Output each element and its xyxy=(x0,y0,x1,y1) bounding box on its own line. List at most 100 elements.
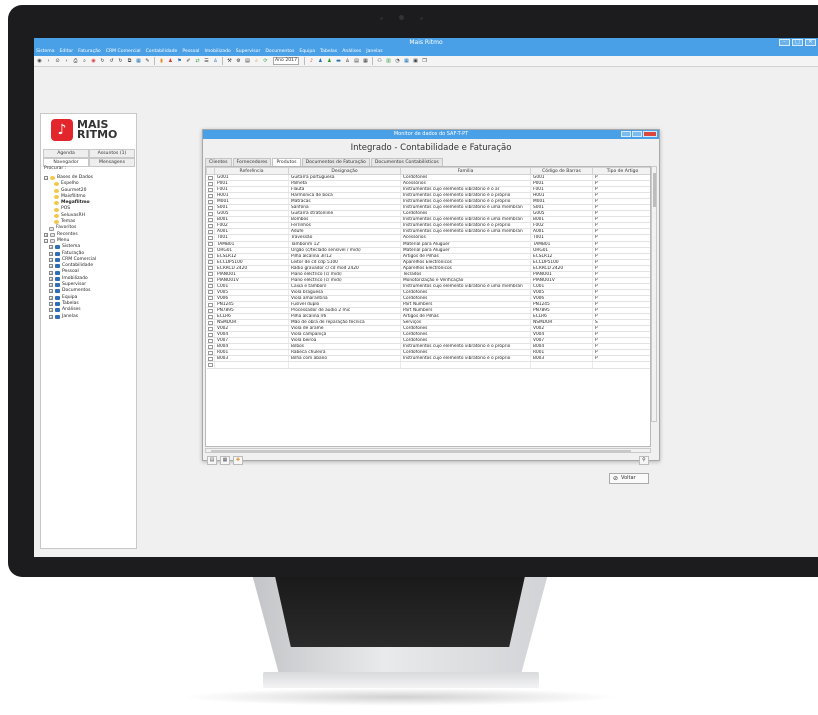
music-icon[interactable]: ♪ xyxy=(308,58,315,65)
tab-mensagens[interactable]: Mensagens xyxy=(89,158,135,167)
products-table: Referência Designação Família Código de Bar… xyxy=(206,167,650,369)
stop-icon[interactable]: ◉ xyxy=(90,58,97,65)
dialog-close-button[interactable] xyxy=(643,131,657,137)
expand-icon[interactable]: + xyxy=(49,251,53,256)
menu-item-4[interactable]: Contabilidade xyxy=(146,48,178,56)
forward-icon[interactable]: › xyxy=(63,58,70,65)
list-icon[interactable]: ☰ xyxy=(203,58,210,65)
dialog-maximize-button[interactable] xyxy=(632,131,642,137)
team-icon[interactable]: ♟ xyxy=(317,58,324,65)
search-icon[interactable]: ⚲ xyxy=(639,456,649,465)
contacts-icon[interactable]: ♟ xyxy=(326,58,333,65)
menu-item-12[interactable]: Janelas xyxy=(366,48,382,56)
record-icon[interactable]: ◉ xyxy=(36,58,43,65)
settings-icon[interactable]: ⚙ xyxy=(235,58,242,65)
expand-icon[interactable]: + xyxy=(49,270,53,275)
menu-item-6[interactable]: Imobilizado xyxy=(204,48,230,56)
menu-item-0[interactable]: Sistema xyxy=(36,48,55,56)
zoom-icon[interactable]: ⌕ xyxy=(81,58,88,65)
export-icon[interactable]: ▤ xyxy=(207,456,217,465)
menu-item-3[interactable]: CRM Comercial xyxy=(106,48,141,56)
document-list-icon[interactable]: ▦ xyxy=(220,456,230,465)
undo-icon[interactable]: ↺ xyxy=(108,58,115,65)
window-icon[interactable]: ▣ xyxy=(412,58,419,65)
reload-icon[interactable]: ⟳ xyxy=(262,58,269,65)
voltar-button[interactable]: ⊘ Voltar xyxy=(609,473,649,484)
expand-icon[interactable]: + xyxy=(49,314,53,319)
menu-item-2[interactable]: Faturação xyxy=(78,48,101,56)
new-item-icon[interactable]: ✚ xyxy=(233,456,243,465)
scroll-thumb[interactable] xyxy=(211,450,631,452)
tree-item[interactable]: + Janelas xyxy=(44,314,134,320)
print-icon[interactable]: ⎙ xyxy=(72,58,79,65)
folder-icon[interactable]: ▬ xyxy=(335,58,342,65)
menu-item-7[interactable]: Supervisor xyxy=(236,48,261,56)
bar-chart-icon[interactable]: ▥ xyxy=(385,58,392,65)
copy-icon[interactable]: ⧉ xyxy=(126,58,133,65)
menu-item-10[interactable]: Tabelas xyxy=(320,48,337,56)
back-icon[interactable]: ‹ xyxy=(45,58,52,65)
calendar-icon[interactable]: ▦ xyxy=(135,58,142,65)
row-selector[interactable] xyxy=(206,361,215,369)
menu-item-8[interactable]: Documentos xyxy=(265,48,294,56)
database-icon xyxy=(54,201,59,206)
search-small-icon[interactable]: ⌕ xyxy=(253,58,260,65)
expand-icon[interactable]: + xyxy=(49,283,53,288)
year-selector[interactable]: Ano 2017 xyxy=(273,57,300,65)
column-header[interactable] xyxy=(206,167,215,175)
expand-icon[interactable]: + xyxy=(49,289,53,294)
pencil-icon[interactable]: ✐ xyxy=(185,58,192,65)
cascade-icon[interactable]: ❐ xyxy=(421,58,428,65)
expand-icon[interactable]: + xyxy=(49,302,53,307)
document-icon[interactable]: ▤ xyxy=(244,58,251,65)
flag-icon[interactable]: ⚑ xyxy=(176,58,183,65)
expand-icon[interactable]: + xyxy=(49,276,53,281)
dialog-window-controls xyxy=(621,131,657,137)
close-button[interactable]: ✕ xyxy=(805,39,816,46)
refresh-icon[interactable]: ↻ xyxy=(99,58,106,65)
network-icon[interactable]: ⚇ xyxy=(376,58,383,65)
horizontal-scrollbar[interactable] xyxy=(205,448,651,453)
folder-icon xyxy=(55,270,60,275)
vertical-scrollbar[interactable] xyxy=(651,166,657,422)
collapse-icon[interactable]: − xyxy=(44,176,48,181)
group-icon[interactable]: ♙ xyxy=(344,58,351,65)
report-icon[interactable]: ▤ xyxy=(353,58,360,65)
column-header[interactable]: Designação xyxy=(288,167,401,175)
maximize-button[interactable]: □ xyxy=(792,39,803,46)
users-icon[interactable]: ♟ xyxy=(167,58,174,65)
expand-icon[interactable]: + xyxy=(49,245,53,250)
column-header[interactable]: Referência xyxy=(214,167,289,175)
menu-item-1[interactable]: Editar xyxy=(60,48,74,56)
sync-icon[interactable]: ⇄ xyxy=(194,58,201,65)
person-icon[interactable]: ♙ xyxy=(212,58,219,65)
row-marker-icon xyxy=(207,284,213,289)
column-header[interactable]: Família xyxy=(400,167,531,175)
expand-icon[interactable]: + xyxy=(44,232,48,237)
home-icon[interactable]: ⊙ xyxy=(54,58,61,65)
expand-icon[interactable]: + xyxy=(49,308,53,313)
edit-icon[interactable]: ✎ xyxy=(144,58,151,65)
menu-item-11[interactable]: Análises xyxy=(342,48,361,56)
menu-item-5[interactable]: Pessoal xyxy=(182,48,199,56)
collapse-icon[interactable]: − xyxy=(44,239,48,244)
pie-chart-icon[interactable]: ◔ xyxy=(394,58,401,65)
expand-icon[interactable]: + xyxy=(49,258,53,262)
minimize-button[interactable]: – xyxy=(779,39,790,46)
search-label: Procurar : xyxy=(44,166,67,171)
chart-icon[interactable]: ▮ xyxy=(158,58,165,65)
menu-item-9[interactable]: Equipa xyxy=(299,48,315,56)
tools-icon[interactable]: ⚒ xyxy=(226,58,233,65)
expand-icon[interactable]: + xyxy=(49,264,53,269)
grid-icon[interactable]: ▦ xyxy=(362,58,369,65)
redo-icon[interactable]: ↻ xyxy=(117,58,124,65)
dialog-minimize-button[interactable] xyxy=(621,131,631,137)
table-row[interactable] xyxy=(206,361,650,369)
tab-assuntos[interactable]: Assuntos (1) xyxy=(89,149,135,158)
expand-icon[interactable]: + xyxy=(49,295,53,300)
scroll-thumb[interactable] xyxy=(653,173,656,207)
table-icon[interactable]: ▦ xyxy=(403,58,410,65)
column-header[interactable]: Código de Barras xyxy=(530,167,593,175)
column-header[interactable]: Tipo de Artigo xyxy=(592,167,650,175)
tab-agenda[interactable]: Agenda xyxy=(43,149,89,158)
